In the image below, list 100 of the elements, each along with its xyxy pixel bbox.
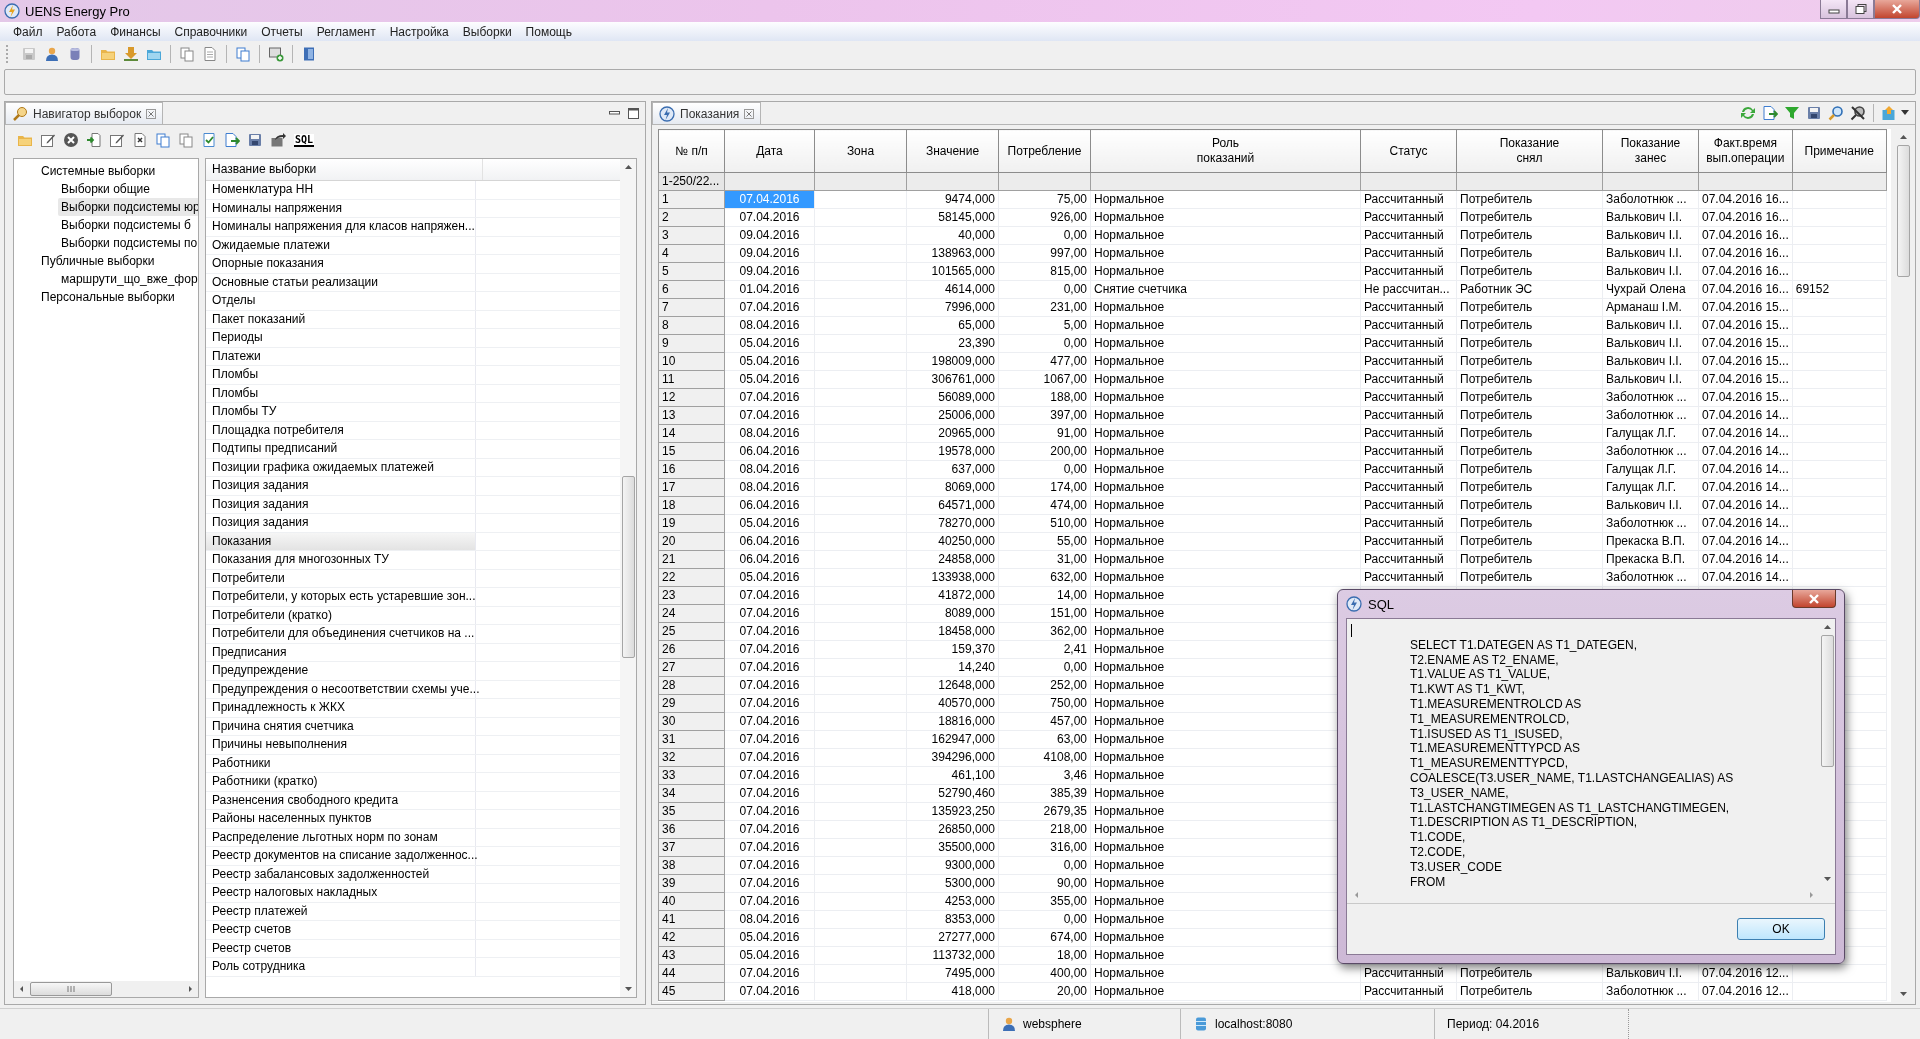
- copy-icon[interactable]: [177, 44, 197, 64]
- table-cell[interactable]: 07.04.2016: [724, 730, 815, 749]
- column-header[interactable]: Факт.время вып.операции: [1698, 129, 1793, 173]
- table-cell[interactable]: 06.04.2016: [724, 442, 815, 461]
- copy-icon[interactable]: [233, 44, 253, 64]
- table-cell[interactable]: 07.04.2016: [724, 892, 815, 911]
- table-cell[interactable]: 07.04.2016: [724, 820, 815, 839]
- list-item[interactable]: Реестр документов на списание задолженнос...: [206, 847, 476, 865]
- table-cell[interactable]: 07.04.2016: [724, 640, 815, 659]
- list-item[interactable]: Отделы: [206, 292, 476, 310]
- search-icon[interactable]: [1826, 103, 1846, 123]
- table-cell[interactable]: 07.04.2016: [724, 982, 815, 1001]
- table-cell[interactable]: 07.04.2016: [724, 802, 815, 821]
- table-cell[interactable]: 06.04.2016: [724, 496, 815, 515]
- export-icon[interactable]: [222, 130, 242, 150]
- list-item[interactable]: Позиция задания: [206, 477, 476, 495]
- menu-item[interactable]: Справочники: [167, 24, 255, 39]
- table-cell[interactable]: 05.04.2016: [724, 514, 815, 533]
- list-item[interactable]: Подтипы предписаний: [206, 440, 476, 458]
- table-cell[interactable]: 07.04.2016: [724, 586, 815, 605]
- list-item[interactable]: Реестр счетов: [206, 939, 476, 957]
- list-item[interactable]: Распределение льготных норм по зонам: [206, 828, 476, 846]
- column-header[interactable]: Примечание: [1792, 129, 1887, 173]
- column-header[interactable]: Показание снял: [1456, 129, 1603, 173]
- menu-item[interactable]: Финансы: [103, 24, 168, 39]
- list-item[interactable]: Платежи: [206, 347, 476, 365]
- list-item[interactable]: Предписания: [206, 643, 476, 661]
- list-item[interactable]: Номенклатура НН: [206, 181, 476, 199]
- tree-item[interactable]: Публичные выборки: [38, 252, 158, 270]
- close-button[interactable]: [1792, 590, 1836, 608]
- table-cell[interactable]: 09.04.2016: [724, 226, 815, 245]
- ok-button[interactable]: OK: [1737, 918, 1825, 940]
- menu-item[interactable]: Настройка: [382, 24, 456, 39]
- list-item[interactable]: Потребители: [206, 569, 476, 587]
- list-item[interactable]: Работники (кратко): [206, 773, 476, 791]
- scrollbar-thumb[interactable]: [1896, 145, 1910, 277]
- list-item[interactable]: Пломбы ТУ: [206, 403, 476, 421]
- table-cell[interactable]: 05.04.2016: [724, 334, 815, 353]
- paste-icon[interactable]: [176, 130, 196, 150]
- column-header[interactable]: Показание занес: [1602, 129, 1699, 173]
- table-cell[interactable]: 07.04.2016: [724, 694, 815, 713]
- delete-icon[interactable]: [61, 130, 81, 150]
- menu-item[interactable]: Отчеты: [254, 24, 310, 39]
- table-cell[interactable]: 06.04.2016: [724, 532, 815, 551]
- list-item[interactable]: Реестр платежей: [206, 902, 476, 920]
- tree-item[interactable]: Выборки подсистемы б: [58, 216, 194, 234]
- list-item[interactable]: Основные статьи реализации: [206, 273, 476, 291]
- table-cell[interactable]: 07.04.2016: [724, 622, 815, 641]
- menu-item[interactable]: Регламент: [309, 24, 383, 39]
- table-cell[interactable]: 08.04.2016: [724, 424, 815, 443]
- scrollbar-thumb[interactable]: [1820, 635, 1834, 767]
- table-cell[interactable]: 07.04.2016: [724, 604, 815, 623]
- list-item[interactable]: Разненсения свободного кредита: [206, 791, 476, 809]
- table-cell[interactable]: 07.04.2016: [724, 784, 815, 803]
- list-item[interactable]: Пломбы: [206, 384, 476, 402]
- sql-button[interactable]: SQL: [294, 133, 315, 147]
- menu-item[interactable]: Работа: [49, 24, 104, 39]
- column-header[interactable]: № п/п: [658, 129, 725, 173]
- readings-tab[interactable]: Показания: [652, 102, 762, 124]
- navigator-tab[interactable]: Навигатор выборок: [5, 102, 164, 124]
- column-header[interactable]: Зона: [814, 129, 907, 173]
- table-cell[interactable]: 08.04.2016: [724, 478, 815, 497]
- export-icon[interactable]: [1760, 103, 1780, 123]
- table-cell[interactable]: 08.04.2016: [724, 316, 815, 335]
- table-cell[interactable]: 07.04.2016: [724, 748, 815, 767]
- tree-item[interactable]: Системные выборки: [38, 162, 159, 180]
- list-item[interactable]: Показания для многозонных ТУ: [206, 551, 476, 569]
- clear-search-icon[interactable]: [1848, 103, 1868, 123]
- table-cell[interactable]: 01.04.2016: [724, 280, 815, 299]
- table-cell[interactable]: 05.04.2016: [724, 352, 815, 371]
- table-cell[interactable]: 06.04.2016: [724, 550, 815, 569]
- table-cell[interactable]: 05.04.2016: [724, 568, 815, 587]
- table-cell[interactable]: 05.04.2016: [724, 946, 815, 965]
- table-cell[interactable]: 07.04.2016: [724, 712, 815, 731]
- column-header[interactable]: Дата: [724, 129, 815, 173]
- list-item[interactable]: Роль сотрудника: [206, 958, 476, 976]
- list-item[interactable]: Позиция задания: [206, 495, 476, 513]
- list-item[interactable]: Районы населенных пунктов: [206, 810, 476, 828]
- list-item[interactable]: Номиналы напряжения для класов напряжен...: [206, 218, 476, 236]
- table-cell[interactable]: 08.04.2016: [724, 910, 815, 929]
- monitor-icon[interactable]: [266, 44, 286, 64]
- import-icon[interactable]: [84, 130, 104, 150]
- table-cell[interactable]: 07.04.2016: [724, 676, 815, 695]
- table-cell[interactable]: 07.04.2016: [724, 874, 815, 893]
- list-item[interactable]: Опорные показания: [206, 255, 476, 273]
- list-item[interactable]: Пломбы: [206, 366, 476, 384]
- table-cell[interactable]: 07.04.2016: [724, 298, 815, 317]
- scrollbar-thumb[interactable]: [30, 982, 112, 996]
- tree-item[interactable]: Выборки общие: [58, 180, 153, 198]
- list-item[interactable]: Площадка потребителя: [206, 421, 476, 439]
- table-cell[interactable]: 07.04.2016: [724, 388, 815, 407]
- download-icon[interactable]: [121, 44, 141, 64]
- list-item[interactable]: Работники: [206, 754, 476, 772]
- column-header[interactable]: Потребление: [998, 129, 1091, 173]
- table-cell[interactable]: 07.04.2016: [724, 766, 815, 785]
- tree-item[interactable]: Выборки подсистемы по: [58, 234, 198, 252]
- table-cell[interactable]: 07.04.2016: [724, 658, 815, 677]
- list-item[interactable]: Пакет показаний: [206, 310, 476, 328]
- tree-item[interactable]: Персональные выборки: [38, 288, 178, 306]
- column-header[interactable]: Роль показаний: [1090, 129, 1361, 173]
